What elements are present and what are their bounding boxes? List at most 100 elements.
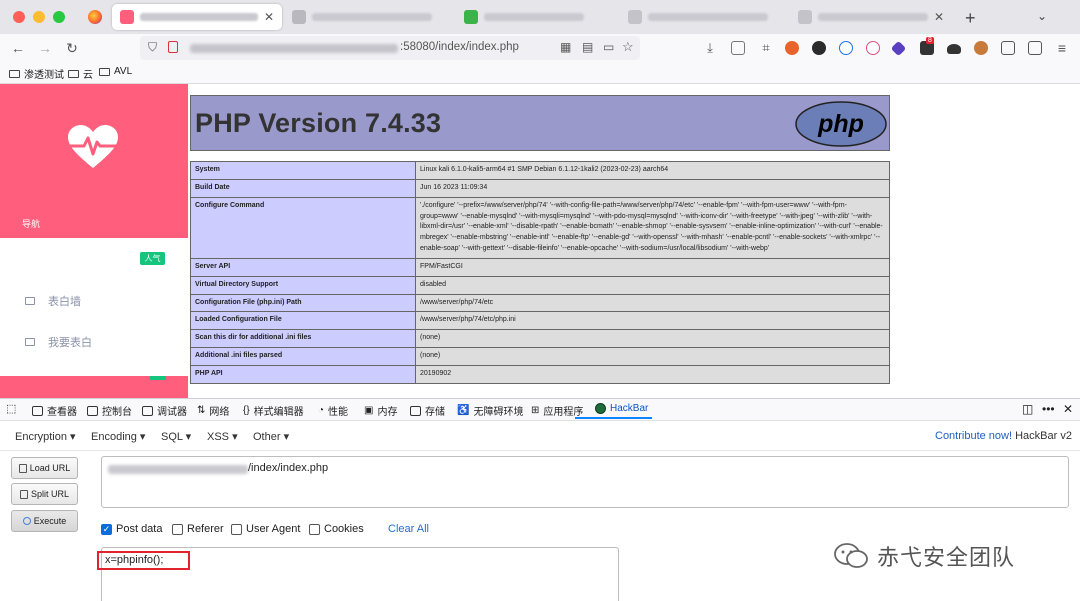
php-info-value: Linux kali 6.1.0-kali5-arm64 #1 SMP Debi… [415, 161, 890, 180]
sidebar-item-confession-wall[interactable]: 表白墙 [25, 293, 81, 309]
extensions-puzzle-icon[interactable] [1028, 41, 1042, 55]
redacted-host [190, 44, 398, 53]
element-picker-icon[interactable]: ⬚ [6, 402, 16, 415]
insecure-lock-icon[interactable] [168, 41, 178, 53]
url-text[interactable]: :58080/index/index.php [400, 41, 519, 53]
tab-label: 查看器 [47, 407, 77, 418]
extension-purple-icon[interactable] [890, 40, 907, 57]
chip-icon: ▣ [364, 405, 374, 416]
tab-memory[interactable]: ▣ 内存 [364, 403, 397, 418]
app-menu-icon[interactable]: ≡ [1053, 39, 1071, 57]
tab-hackbar[interactable]: HackBar [574, 403, 653, 419]
list-tabs-icon[interactable]: ⌄ [1032, 6, 1052, 26]
hackbar-icon [595, 403, 606, 414]
sidebar-item-confess[interactable]: 我要表白 [25, 334, 92, 350]
extension-location-icon[interactable] [839, 41, 853, 55]
execute-button[interactable]: Execute [11, 510, 78, 532]
split-url-button[interactable]: Split URL [11, 483, 78, 505]
tab-favicon-icon [292, 10, 306, 24]
folder-icon [99, 67, 110, 76]
tab-favicon-icon [628, 10, 642, 24]
bookmark-folder-2[interactable]: 云 [68, 66, 93, 81]
url-textarea-value: /index/index.php [248, 462, 329, 474]
debugger-icon [142, 405, 153, 416]
referer-checkbox[interactable]: Referer [172, 523, 224, 535]
cookies-checkbox[interactable]: Cookies [309, 523, 364, 535]
page-content: 导航 人气 表白墙 我要表白 PHP Version 7.4.33 php Sy… [0, 84, 1080, 398]
extension-page-icon[interactable] [731, 41, 745, 55]
qr-code-icon[interactable]: ▦ [560, 40, 571, 54]
minimize-window-button[interactable] [33, 11, 45, 23]
extension-orange-icon[interactable] [785, 41, 799, 55]
reload-icon[interactable]: ↻ [63, 39, 81, 57]
php-info-key: Virtual Directory Support [190, 275, 416, 295]
close-devtools-icon[interactable]: ✕ [1063, 402, 1073, 416]
dock-side-icon[interactable]: ◫ [1022, 402, 1033, 416]
downloads-icon[interactable]: ⤓ [701, 39, 719, 57]
tab-label: 无障碍环境 [473, 407, 524, 418]
crop-icon[interactable]: ⌗ [757, 39, 775, 57]
back-icon[interactable]: ← [9, 39, 27, 57]
tab-console[interactable]: 控制台 [87, 403, 132, 418]
reader-view-icon[interactable]: ▤ [582, 40, 593, 54]
menu-encoding[interactable]: Encoding ▾ [91, 430, 145, 443]
tab-network[interactable]: ⇅ 网络 [197, 403, 229, 418]
option-label: User Agent [246, 523, 301, 535]
address-bar[interactable]: ⛉ :58080/index/index.php ▦ ▤ ▭ ☆ [140, 36, 640, 60]
user-agent-checkbox[interactable]: User Agent [231, 523, 300, 535]
shield-icon[interactable]: ⛉ [148, 40, 157, 55]
tab-2[interactable] [284, 4, 454, 30]
bookmark-star-icon[interactable]: ☆ [622, 39, 634, 55]
gauge-icon: ◔ [318, 405, 325, 416]
tab-storage[interactable]: 存储 [410, 403, 445, 418]
sidebar-footer [0, 376, 188, 398]
contribute-link[interactable]: Contribute now! [935, 430, 1012, 442]
tab-4[interactable] [620, 4, 785, 30]
sidebar-header: 导航 [0, 84, 188, 238]
tab-application[interactable]: ⊞ 应用程序 [531, 403, 583, 418]
close-window-button[interactable] [13, 11, 25, 23]
php-logo-text: php [817, 110, 864, 138]
extension-globe-icon[interactable] [812, 41, 826, 55]
tab-label: 存储 [425, 407, 445, 418]
php-info-key: Configure Command [190, 196, 416, 259]
extension-cookie-icon[interactable] [974, 41, 988, 55]
maximize-window-button[interactable] [53, 11, 65, 23]
tab-accessibility[interactable]: ♿ 无障碍环境 [457, 403, 523, 418]
apps-grid-icon: ⊞ [531, 405, 540, 416]
tab-close-icon[interactable]: ✕ [264, 10, 274, 24]
tab-title [648, 13, 768, 21]
grid-icon [25, 297, 35, 305]
inspector-icon [32, 405, 43, 416]
tab-3[interactable] [456, 4, 616, 30]
load-url-button[interactable]: Load URL [11, 457, 78, 479]
checkbox-icon [172, 523, 183, 535]
extension-link-icon[interactable] [866, 41, 880, 55]
menu-sql[interactable]: SQL ▾ [161, 430, 191, 443]
url-textarea[interactable]: /index/index.php [101, 456, 1069, 508]
clear-all-link[interactable]: Clear All [388, 523, 429, 535]
new-tab-icon[interactable]: + [965, 8, 976, 29]
tab-close-icon[interactable]: ✕ [934, 10, 944, 24]
extension-hat-icon[interactable] [947, 44, 961, 54]
bookmark-folder-3[interactable]: AVL [99, 66, 132, 77]
tab-performance[interactable]: ◔ 性能 [318, 403, 348, 418]
firefox-icon [88, 10, 102, 24]
more-options-icon[interactable]: ••• [1042, 402, 1055, 416]
tab-5[interactable]: ✕ [790, 4, 955, 30]
tab-title [818, 13, 928, 21]
screenshot-icon[interactable]: ▭ [603, 40, 614, 54]
post-data-checkbox[interactable]: ✓ Post data [101, 523, 162, 535]
nav-label: 导航 [22, 219, 41, 229]
tab-debugger[interactable]: 调试器 [142, 403, 187, 418]
tab-active[interactable]: ✕ [112, 4, 282, 30]
bookmark-folder-1[interactable]: 渗透测试 [9, 66, 64, 81]
menu-encryption[interactable]: Encryption ▾ [15, 430, 76, 443]
menu-other[interactable]: Other ▾ [253, 430, 289, 443]
tab-inspector[interactable]: 查看器 [32, 403, 77, 418]
post-data-value: x=phpinfo(); [105, 554, 164, 566]
forward-icon[interactable]: → [36, 39, 54, 57]
menu-xss[interactable]: XSS ▾ [207, 430, 238, 443]
extension-tool-icon[interactable] [1001, 41, 1015, 55]
tab-style-editor[interactable]: {} 样式编辑器 [243, 403, 304, 418]
